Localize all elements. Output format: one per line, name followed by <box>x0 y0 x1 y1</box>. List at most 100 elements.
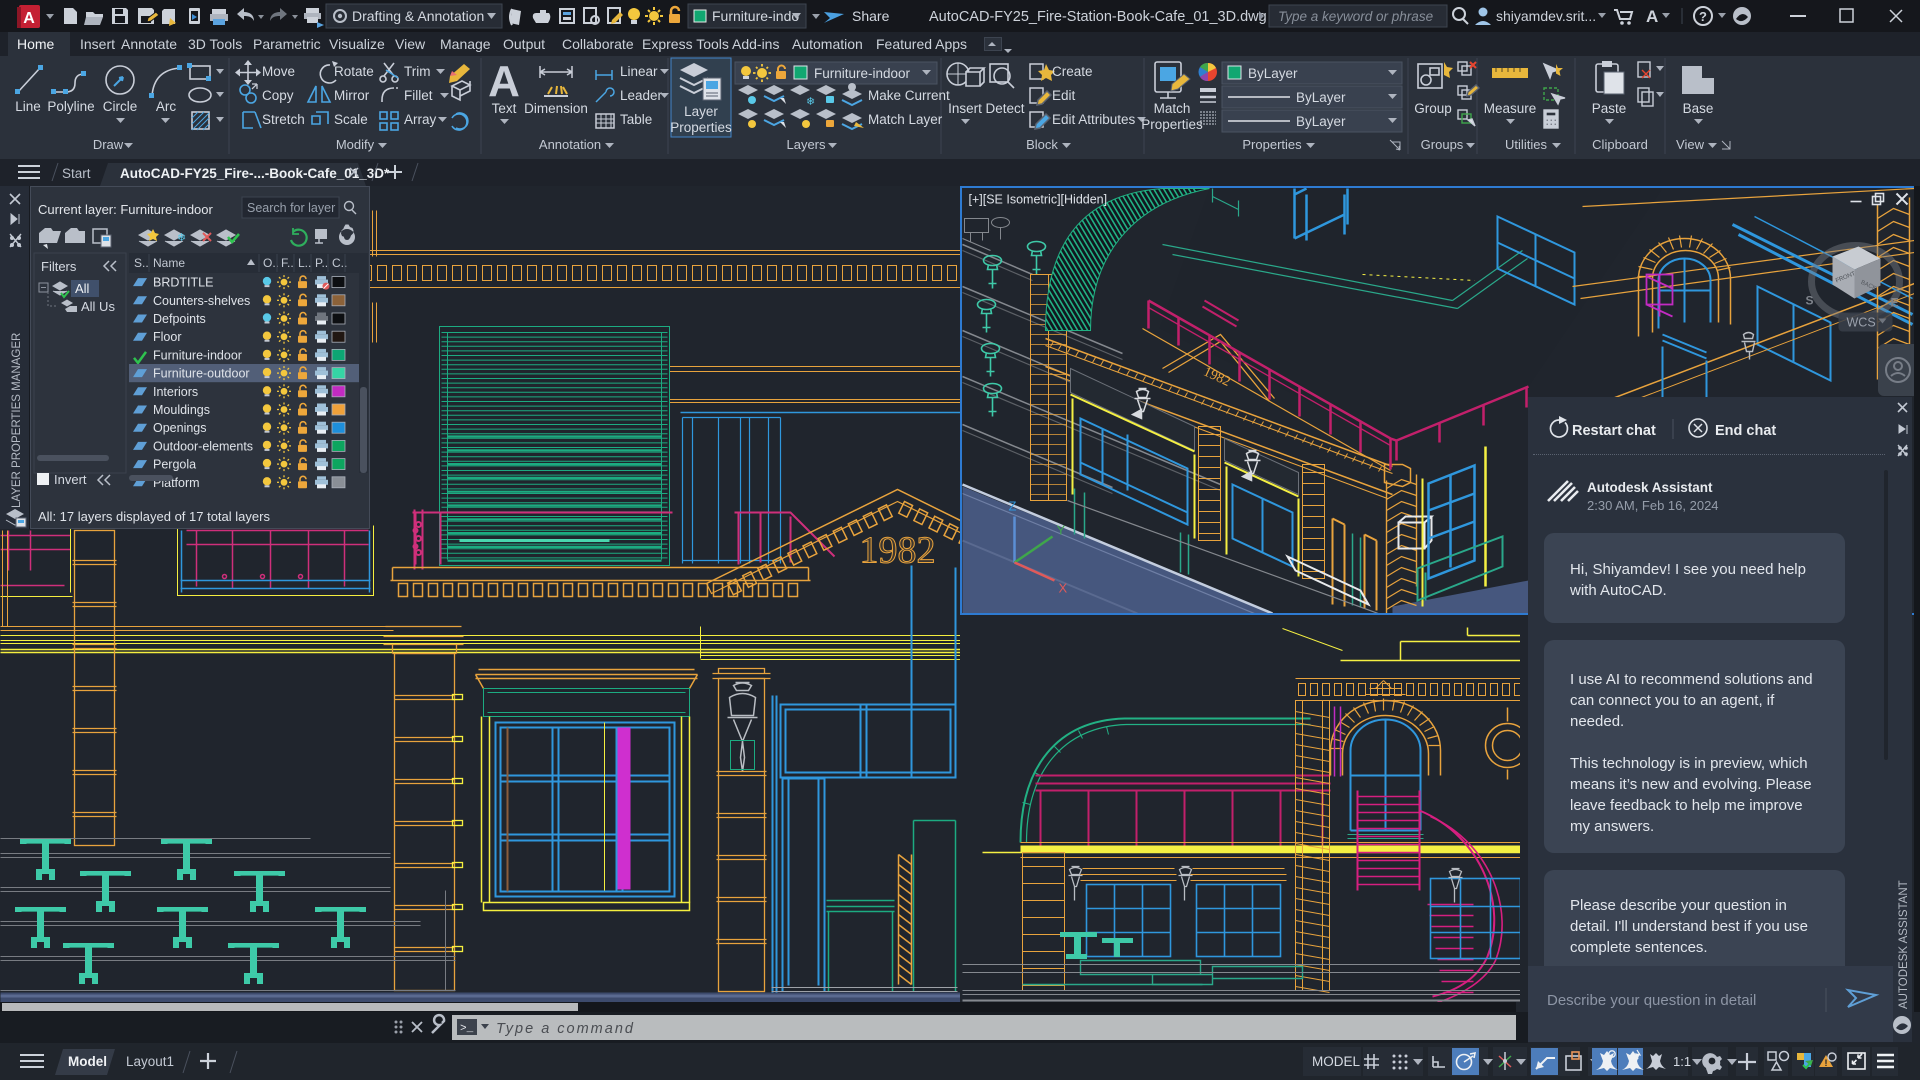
svg-text:Layer: Layer <box>684 104 718 119</box>
svg-text:Move: Move <box>262 64 295 79</box>
svg-text:Paste: Paste <box>1592 101 1627 116</box>
svg-text:Leader: Leader <box>620 88 663 103</box>
svg-text:Type a keyword or phrase: Type a keyword or phrase <box>1278 9 1433 24</box>
svg-text:View: View <box>1676 137 1705 152</box>
svg-text:Rotate: Rotate <box>334 64 374 79</box>
svg-text:Defpoints: Defpoints <box>153 312 206 326</box>
svg-text:A: A <box>1646 7 1658 26</box>
svg-text:ByLayer: ByLayer <box>1248 66 1298 81</box>
svg-text:Drafting & Annotation: Drafting & Annotation <box>352 8 484 24</box>
svg-text:Insert: Insert <box>948 101 982 116</box>
svg-text:S: S <box>1806 294 1814 308</box>
svg-text:?: ? <box>1699 9 1707 24</box>
svg-text:Group: Group <box>1414 101 1452 116</box>
svg-text:L..: L.. <box>298 256 311 270</box>
svg-text:Properties: Properties <box>1242 137 1302 152</box>
svg-text:Edit Attributes: Edit Attributes <box>1052 112 1136 127</box>
svg-text:Table: Table <box>620 112 652 127</box>
svg-text:Furniture-outdoor: Furniture-outdoor <box>153 367 250 381</box>
svg-text:Trim: Trim <box>404 64 431 79</box>
svg-text:Restart chat: Restart chat <box>1572 423 1656 439</box>
svg-text:Match: Match <box>1154 101 1191 116</box>
svg-text:AUTODESK ASSISTANT: AUTODESK ASSISTANT <box>1898 880 1910 1009</box>
svg-text:Detect: Detect <box>985 101 1024 116</box>
svg-text:Circle: Circle <box>103 99 138 114</box>
svg-text:WCS: WCS <box>1847 316 1876 330</box>
svg-text:A: A <box>23 10 35 27</box>
svg-text:shiyamdev.srit...: shiyamdev.srit... <box>1496 8 1596 24</box>
svg-text:Floor: Floor <box>153 330 181 344</box>
svg-text:AutoCAD-FY25_Fire-...-Book-Caf: AutoCAD-FY25_Fire-...-Book-Cafe_01_3D* <box>120 166 390 181</box>
svg-text:Interiors: Interiors <box>153 385 198 399</box>
svg-text:Model: Model <box>68 1054 107 1069</box>
svg-text:Polyline: Polyline <box>47 99 94 114</box>
svg-text:Furniture-indoor: Furniture-indoor <box>153 348 242 362</box>
svg-text:1:1: 1:1 <box>1673 1054 1691 1069</box>
svg-text:Scale: Scale <box>334 112 368 127</box>
svg-text:Layout1: Layout1 <box>126 1054 174 1069</box>
svg-text:All Us: All Us <box>81 299 115 314</box>
svg-text:MODEL: MODEL <box>1312 1054 1361 1069</box>
svg-text:Counters-shelves: Counters-shelves <box>153 294 250 308</box>
svg-text:Invert: Invert <box>54 472 87 487</box>
svg-text:Y: Y <box>1057 523 1066 538</box>
svg-text:Array: Array <box>404 112 437 127</box>
svg-text:Z: Z <box>1009 499 1017 514</box>
svg-text:Furniture-indo: Furniture-indo <box>712 8 799 24</box>
svg-text:E: E <box>1891 296 1899 310</box>
svg-text:Linear: Linear <box>620 64 658 79</box>
svg-text:Modify: Modify <box>336 137 375 152</box>
svg-text:S..: S.. <box>134 256 149 270</box>
svg-text:1982: 1982 <box>860 530 936 572</box>
svg-text:[+][SE Isometric][Hidden]: [+][SE Isometric][Hidden] <box>969 193 1108 207</box>
svg-text:F..: F.. <box>281 256 294 270</box>
svg-text:Outdoor-elements: Outdoor-elements <box>153 439 253 453</box>
svg-text:BRDTITLE: BRDTITLE <box>153 276 213 290</box>
svg-text:!: ! <box>1825 1058 1828 1068</box>
svg-text:Arc: Arc <box>156 99 177 114</box>
svg-text:Draw: Draw <box>93 137 124 152</box>
svg-text:Openings: Openings <box>153 421 207 435</box>
svg-text:All: All <box>75 281 90 296</box>
svg-text:End chat: End chat <box>1715 423 1776 439</box>
svg-text:Stretch: Stretch <box>262 112 305 127</box>
svg-text:Measure: Measure <box>1484 101 1537 116</box>
svg-text:Properties: Properties <box>1141 117 1203 132</box>
svg-text:Mirror: Mirror <box>334 88 370 103</box>
svg-text:Copy: Copy <box>262 88 294 103</box>
svg-text:❄: ❄ <box>177 232 186 244</box>
svg-text:Block: Block <box>1026 137 1058 152</box>
svg-text:Search for layer: Search for layer <box>247 201 335 215</box>
svg-text:Type a command: Type a command <box>496 1021 635 1037</box>
svg-text:Dimension: Dimension <box>524 101 588 116</box>
svg-text:Name: Name <box>153 256 185 270</box>
svg-text:Base: Base <box>1683 101 1714 116</box>
svg-text:Make Current: Make Current <box>868 88 950 103</box>
svg-text:Fillet: Fillet <box>404 88 433 103</box>
svg-text:Clipboard: Clipboard <box>1592 137 1648 152</box>
svg-text:Filters: Filters <box>41 259 77 274</box>
svg-text:X: X <box>1059 581 1068 596</box>
svg-text:Annotation: Annotation <box>539 137 601 152</box>
svg-text:P..: P.. <box>315 256 328 270</box>
svg-text:LAYER PROPERTIES MANAGER: LAYER PROPERTIES MANAGER <box>11 333 23 508</box>
svg-text:Line: Line <box>15 99 41 114</box>
svg-text:>_: >_ <box>460 1023 474 1035</box>
svg-text:All: 17 layers displayed of 17: All: 17 layers displayed of 17 total lay… <box>38 509 270 524</box>
svg-text:Match Layer: Match Layer <box>868 112 943 127</box>
svg-text:Start: Start <box>62 166 91 181</box>
svg-text:Properties: Properties <box>670 120 732 135</box>
svg-text:Furniture-indoor: Furniture-indoor <box>814 66 911 81</box>
svg-text:AutoCAD-FY25_Fire-Station-Book: AutoCAD-FY25_Fire-Station-Book-Cafe_01_3… <box>929 9 1267 25</box>
svg-text:Groups: Groups <box>1421 137 1464 152</box>
svg-text:A: A <box>488 57 520 106</box>
svg-text:Layers: Layers <box>786 137 826 152</box>
svg-text:Edit: Edit <box>1052 88 1076 103</box>
svg-text:❄: ❄ <box>806 96 815 108</box>
svg-text:Pergola: Pergola <box>153 458 196 472</box>
svg-text:Current layer: Furniture-indoo: Current layer: Furniture-indoor <box>38 202 214 217</box>
svg-text:Utilities: Utilities <box>1505 137 1547 152</box>
svg-text:ByLayer: ByLayer <box>1296 114 1346 129</box>
svg-text:Mouldings: Mouldings <box>153 403 210 417</box>
svg-text:Share: Share <box>852 8 890 24</box>
